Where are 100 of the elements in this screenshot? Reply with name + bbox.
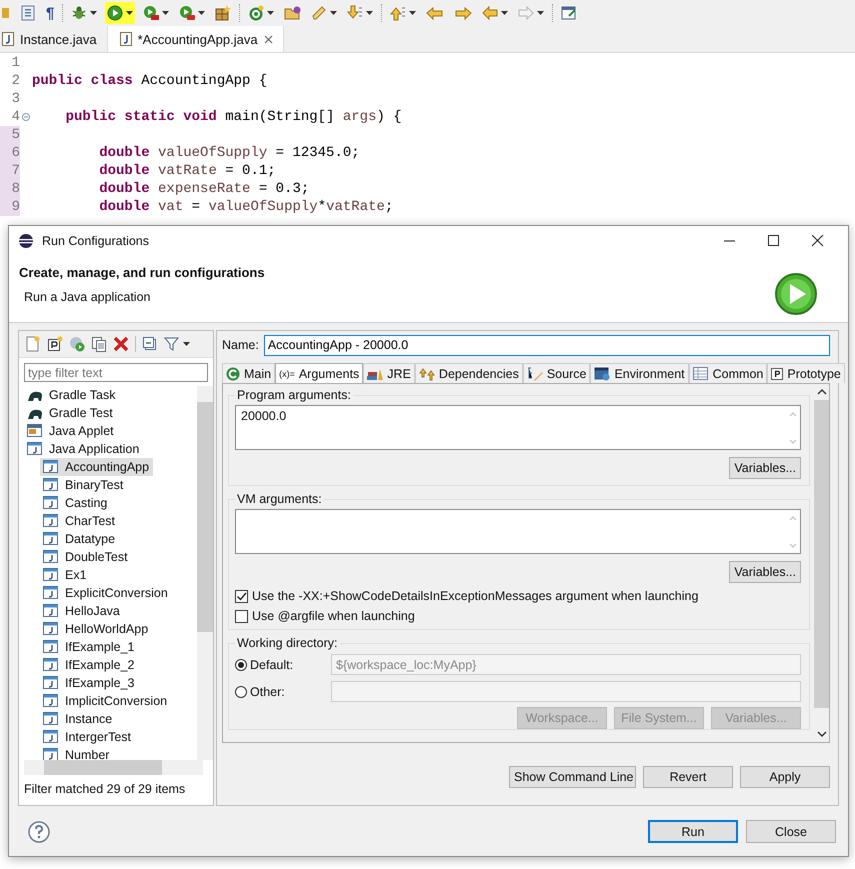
scroll-up-icon[interactable] <box>816 388 826 396</box>
close-icon[interactable] <box>812 235 824 247</box>
filter-icon[interactable] <box>164 336 190 352</box>
radio-button[interactable] <box>235 686 247 698</box>
java-app-icon <box>27 442 43 456</box>
line-number: 4 <box>10 108 20 126</box>
checkbox[interactable] <box>235 610 248 622</box>
caret-icon <box>501 11 508 15</box>
tree-item[interactable]: IfExample_1 <box>40 638 138 656</box>
tab[interactable]: Environment <box>590 363 689 383</box>
tree-item[interactable]: BinaryTest <box>40 476 128 494</box>
filter-status: Filter matched 29 of 29 items <box>23 781 186 798</box>
tree-item[interactable]: HelloWorldApp <box>40 620 152 638</box>
forward-arrow-icon <box>454 5 472 21</box>
export-icon[interactable] <box>69 336 85 352</box>
tab[interactable]: P Prototype <box>767 363 845 383</box>
name-label: Name: <box>222 338 259 352</box>
tree-item[interactable]: Instance <box>40 710 116 728</box>
radio-button[interactable] <box>235 658 247 670</box>
tree-item[interactable]: IfExample_2 <box>40 656 138 674</box>
scrollbar[interactable] <box>197 386 213 760</box>
back-arrow-icon <box>426 5 444 21</box>
maximize-icon[interactable] <box>768 235 780 247</box>
java-app-icon <box>43 550 59 564</box>
tree-item[interactable]: Gradle Task <box>24 386 120 404</box>
toolbar-button[interactable]: ¶ <box>44 2 56 24</box>
caret-icon <box>537 11 544 15</box>
scrollbar-thumb[interactable] <box>814 400 829 708</box>
java-app-icon <box>43 478 59 492</box>
java-app-icon <box>43 496 59 510</box>
panel-button[interactable]: Revert <box>643 766 733 788</box>
radio-label: Other: <box>250 684 285 698</box>
tree-item[interactable]: AccountingApp <box>40 458 154 476</box>
tree-item[interactable]: Java Application <box>24 440 144 458</box>
code-line: double vatRate = 0.1; <box>98 162 276 180</box>
tree-item[interactable]: IfExample_3 <box>40 674 138 692</box>
tree-item[interactable]: CharTest <box>40 512 120 530</box>
program-arguments-field[interactable]: 20000.0 <box>235 405 801 450</box>
scrollbar[interactable] <box>24 760 203 775</box>
caret-icon <box>366 11 374 15</box>
main-tab-icon <box>226 366 240 380</box>
checkbox[interactable] <box>235 590 248 602</box>
tab[interactable]: Source <box>522 363 590 383</box>
collapse-all-icon[interactable] <box>142 336 158 352</box>
forward-icon <box>518 5 534 21</box>
scroll-down-icon[interactable] <box>816 730 826 738</box>
fold-icon[interactable] <box>22 113 30 121</box>
dialog-button[interactable]: Close <box>746 820 836 843</box>
name-field[interactable]: AccountingApp - 20000.0 <box>264 334 830 356</box>
duplicate-icon[interactable] <box>91 336 107 352</box>
java-app-icon <box>43 568 59 582</box>
bug-icon <box>71 5 88 21</box>
tree-item[interactable]: HelloJava <box>40 602 124 620</box>
dependencies-icon <box>418 366 435 380</box>
tree-item[interactable]: Ex1 <box>40 566 91 584</box>
dialog-button[interactable]: Run <box>648 820 738 843</box>
window-title: Run Configurations <box>42 234 150 248</box>
caret-icon <box>90 11 98 15</box>
panel-button[interactable]: Apply <box>740 766 830 788</box>
toolbar-icon <box>2 5 10 21</box>
panel-button[interactable]: Show Command Line <box>509 766 636 788</box>
new-prototype-icon[interactable] <box>47 336 63 352</box>
tree-item[interactable]: IntergerTest <box>40 728 136 746</box>
new-configuration-icon[interactable] <box>25 336 41 352</box>
tree-item[interactable]: ExplicitConversion <box>40 584 172 602</box>
editor-tab[interactable]: *AccountingApp.java <box>106 26 284 52</box>
tab[interactable]: Main <box>222 363 276 383</box>
line-number: 2 <box>10 72 20 90</box>
filter-field[interactable]: type filter text <box>24 363 208 382</box>
down-arrow-icon <box>347 5 364 21</box>
delete-icon[interactable] <box>113 336 129 352</box>
java-app-icon <box>43 658 59 672</box>
external-tools-icon <box>179 5 196 21</box>
java-app-icon <box>43 676 59 690</box>
variables-button[interactable]: Variables... <box>729 561 801 583</box>
folder-icon <box>284 5 302 21</box>
code-line: public class AccountingApp { <box>32 72 268 90</box>
editor-tab[interactable]: Instance.java <box>0 26 107 52</box>
tab[interactable]: JRE <box>363 363 415 383</box>
vm-arguments-field[interactable] <box>235 509 801 554</box>
radio-label: Default: <box>250 658 294 672</box>
tree-item[interactable]: Datatype <box>40 530 120 548</box>
line-number: 7 <box>0 162 20 180</box>
tab[interactable]: Common <box>688 363 768 383</box>
group-label: Working directory: <box>236 636 338 650</box>
help-icon[interactable] <box>28 820 50 842</box>
toolbar-button[interactable] <box>105 2 136 24</box>
dialog-heading: Create, manage, and run configurations <box>19 265 265 280</box>
back-icon <box>482 5 498 21</box>
tab[interactable]: Dependencies <box>414 363 523 383</box>
tab[interactable]: (x)= Arguments <box>275 363 364 383</box>
tree-item[interactable]: DoubleTest <box>40 548 132 566</box>
tree-item[interactable]: ImplicitConversion <box>40 692 172 710</box>
tree-item[interactable]: Java Applet <box>24 422 118 440</box>
line-number: 8 <box>0 180 20 198</box>
tree-item[interactable]: Casting <box>40 494 112 512</box>
variables-button[interactable]: Variables... <box>729 457 801 479</box>
caret-icon <box>267 11 274 15</box>
line-number: 6 <box>0 144 20 162</box>
tree-item[interactable]: Gradle Test <box>24 404 117 422</box>
